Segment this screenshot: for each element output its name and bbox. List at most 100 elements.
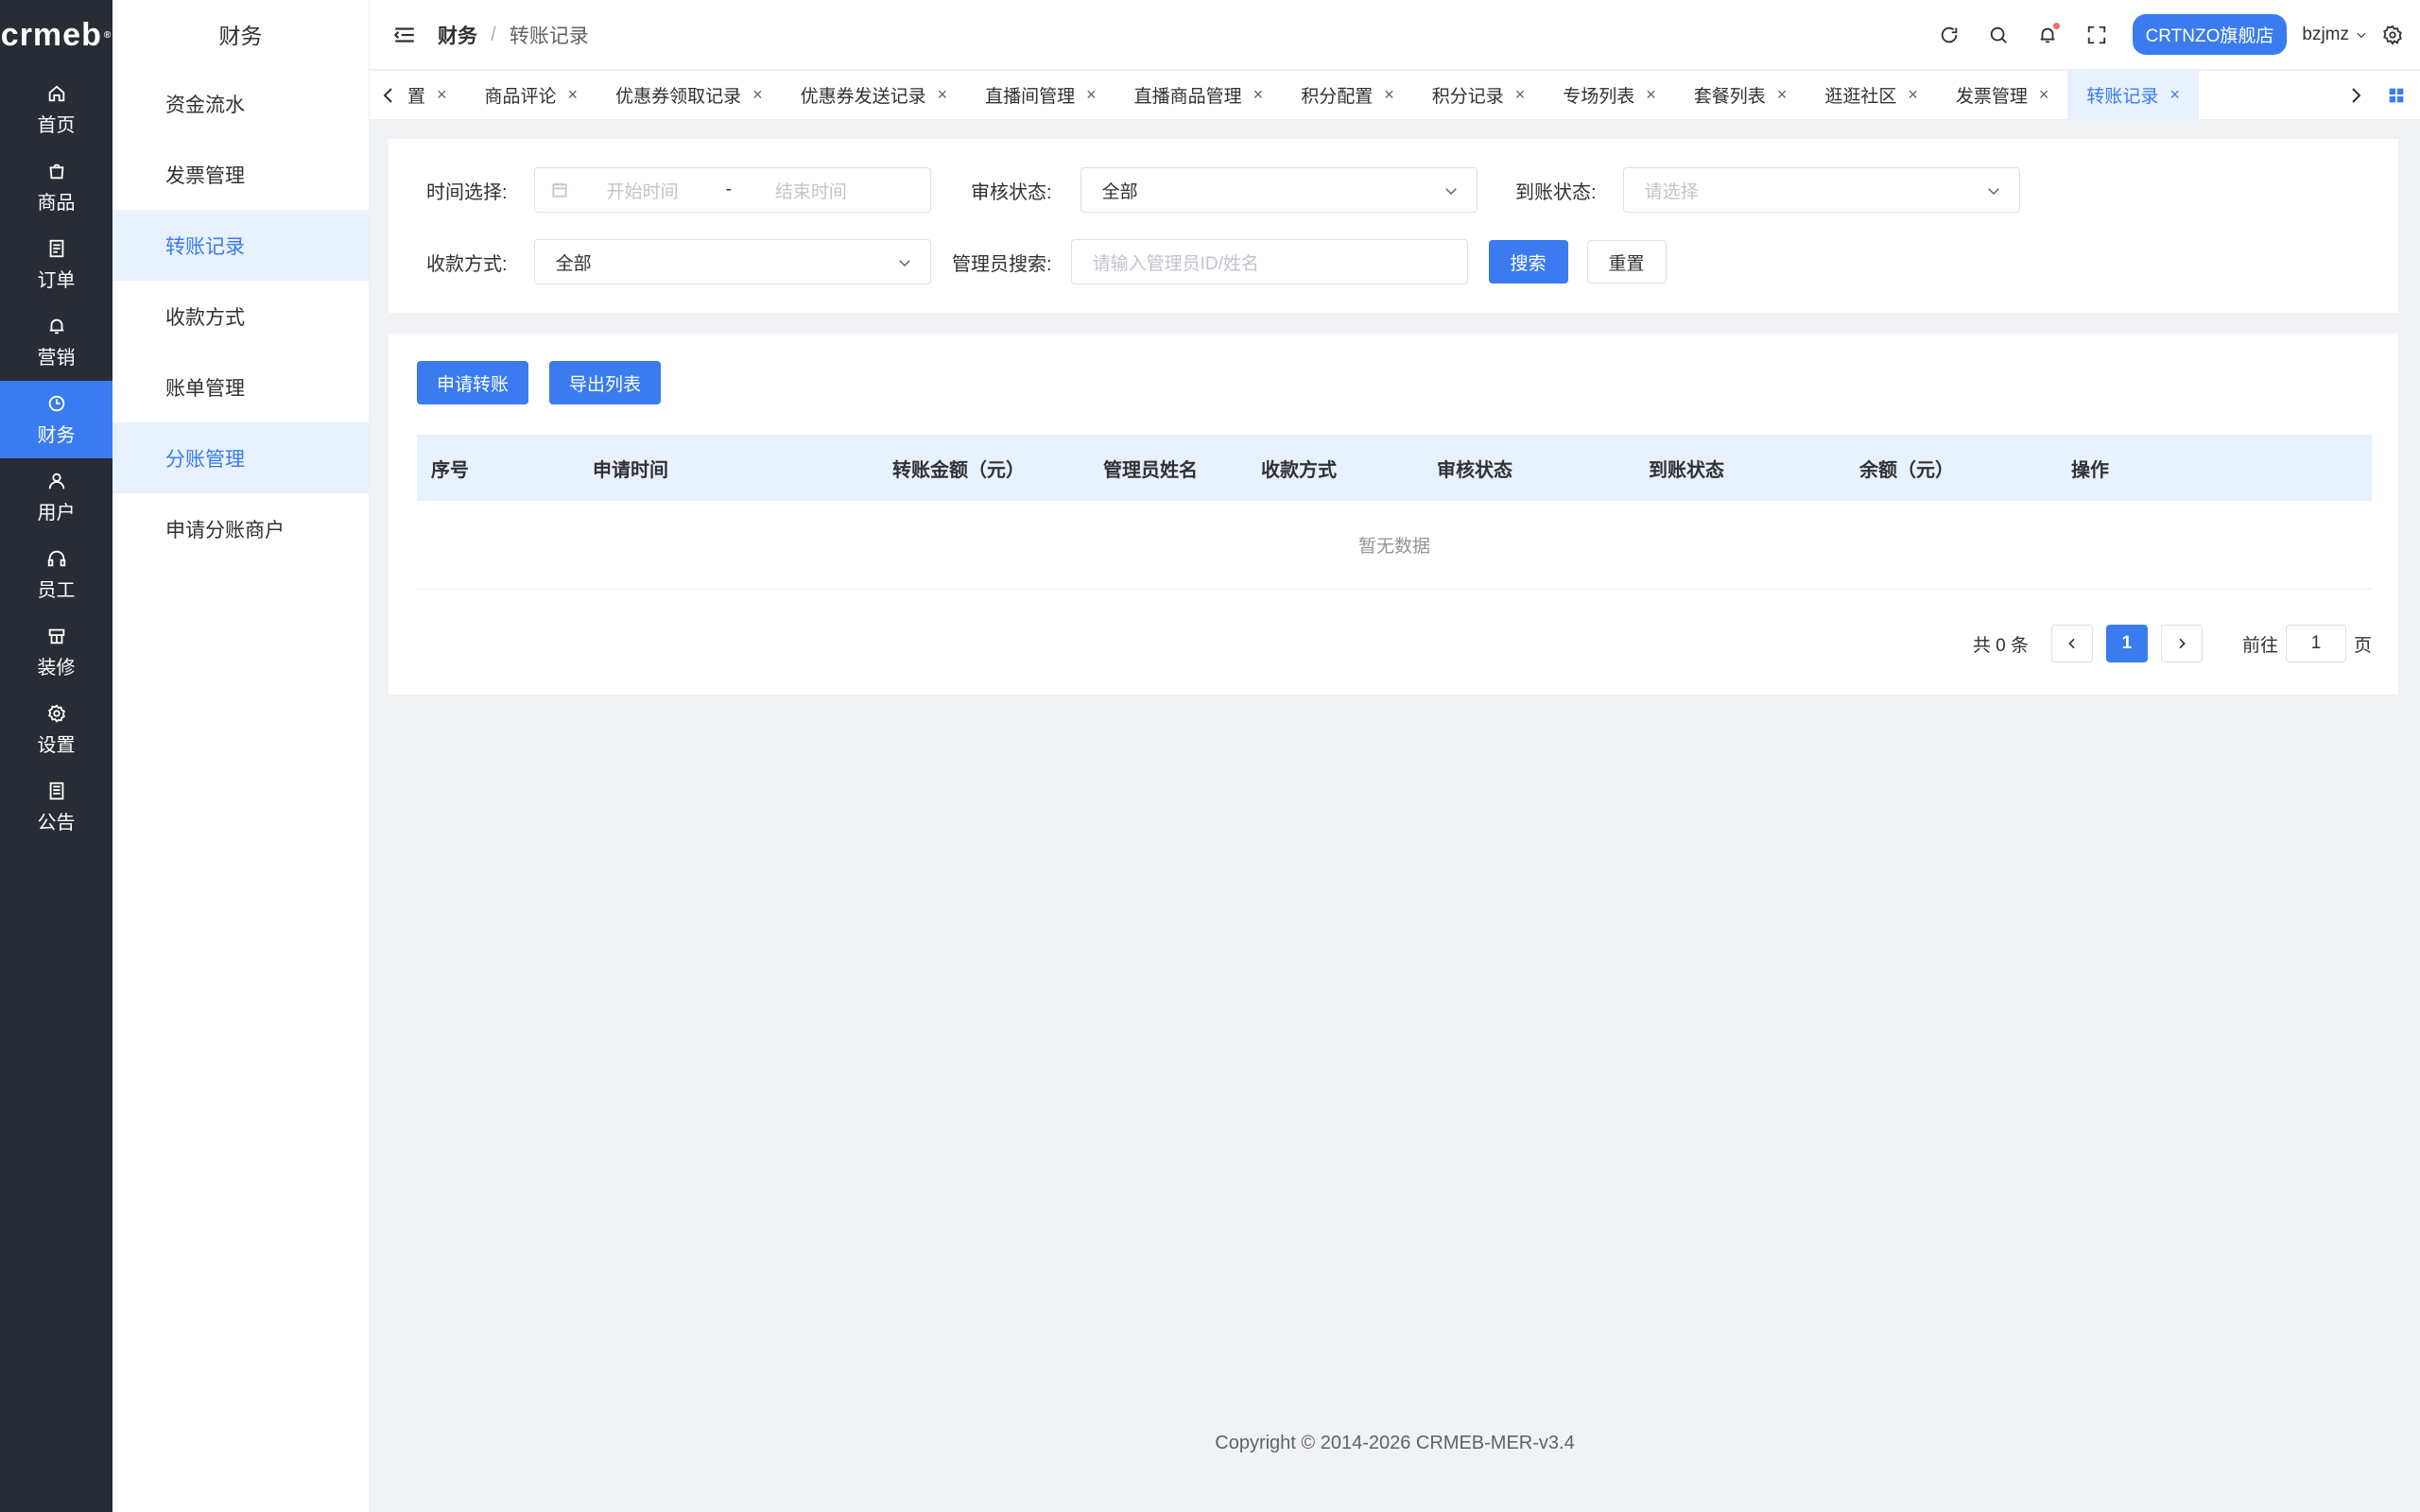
user-menu[interactable]: bzjmz [2302, 25, 2368, 45]
decor-icon [48, 628, 64, 644]
submenu-item[interactable]: 申请分账商户 [112, 493, 369, 564]
brand-logo[interactable]: crmeb ® [0, 0, 112, 71]
close-icon[interactable]: × [437, 85, 447, 105]
username: bzjmz [2302, 24, 2349, 44]
rail-item[interactable]: 用户 [0, 458, 112, 536]
arrive-status-select[interactable]: 请选择 [1622, 167, 2020, 213]
breadcrumb-root[interactable]: 财务 [438, 21, 477, 49]
arrive-filter: 到账状态: 请选择 [1515, 167, 2020, 213]
tab-label: 优惠券发送记录 [800, 87, 926, 107]
column-header: 到账状态 [1649, 459, 1724, 481]
close-icon[interactable]: × [1253, 85, 1264, 105]
tab[interactable]: 转账记录 × [2067, 71, 2199, 119]
rail-item[interactable]: 首页 [0, 71, 112, 148]
tab[interactable]: 优惠券发送记录 × [782, 71, 967, 119]
prev-page-button[interactable] [2050, 625, 2093, 662]
tab-label: 置 [407, 87, 426, 107]
tab[interactable]: 发票管理 × [1937, 71, 2068, 119]
audit-status-select[interactable]: 全部 [1080, 167, 1478, 213]
tab[interactable]: 直播商品管理 × [1115, 71, 1283, 119]
rail-item[interactable]: 员工 [0, 536, 112, 613]
submenu-item[interactable]: 发票管理 [112, 139, 369, 210]
pay-method-select[interactable]: 全部 [533, 239, 931, 284]
tabs-menu-grid-icon[interactable] [2386, 85, 2407, 106]
tab-label: 直播间管理 [985, 87, 1076, 107]
tab[interactable]: 专场列表 × [1544, 71, 1675, 119]
reset-button[interactable]: 重置 [1586, 240, 1667, 284]
notification-icon[interactable] [2037, 22, 2060, 45]
chevron-down-icon [898, 260, 910, 267]
breadcrumb-current: 转账记录 [509, 25, 589, 47]
time-label: 时间选择: [426, 181, 508, 203]
tab-label: 商品评论 [484, 87, 557, 107]
tab[interactable]: 积分记录 × [1413, 71, 1545, 119]
admin-search-input[interactable]: 请输入管理员ID/姓名 [1070, 239, 1468, 284]
rail-item-label: 财务 [37, 424, 76, 446]
pagination: 共 0 条 1 前往 1 页 [1973, 625, 2372, 662]
pagination-total: 共 0 条 [1972, 635, 2029, 656]
page-number-button[interactable]: 1 [2105, 625, 2148, 662]
submenu: 财务 资金流水 发票管理 转账记录 收款方式 账单管理 分账管理 申请分账商户 [112, 0, 370, 1512]
column-header: 余额（元） [1859, 459, 1954, 481]
column-header: 管理员姓名 [1103, 459, 1198, 481]
rail-item[interactable]: 装修 [0, 613, 112, 691]
rail-item[interactable]: 营销 [0, 303, 112, 381]
tab[interactable]: 商品评论 × [466, 71, 597, 119]
submenu-item[interactable]: 账单管理 [112, 352, 369, 422]
submenu-title: 财务 [218, 24, 263, 48]
date-range-picker[interactable]: 开始时间 - 结束时间 [533, 167, 931, 213]
close-icon[interactable]: × [1777, 85, 1788, 105]
start-time-placeholder[interactable]: 开始时间 [607, 178, 679, 203]
tab[interactable]: 套餐列表 × [1675, 71, 1806, 119]
submenu-item[interactable]: 资金流水 [112, 68, 369, 139]
bell-icon [49, 318, 63, 334]
menu-fold-icon[interactable] [392, 23, 417, 47]
search-icon[interactable] [1988, 25, 2009, 45]
tab[interactable]: 优惠券领取记录 × [596, 71, 782, 119]
close-icon[interactable]: × [1086, 85, 1097, 105]
arrive-label: 到账状态: [1515, 181, 1597, 203]
submenu-item[interactable]: 收款方式 [112, 281, 369, 352]
export-list-button[interactable]: 导出列表 [549, 361, 661, 404]
tabs-scroll-left-icon[interactable] [377, 84, 400, 107]
close-icon[interactable]: × [1384, 85, 1394, 105]
tab[interactable]: 置 × [400, 71, 466, 119]
rail-item[interactable]: 公告 [0, 768, 112, 846]
submenu-item[interactable]: 转账记录 [112, 210, 369, 281]
close-icon[interactable]: × [1646, 85, 1656, 105]
close-icon[interactable]: × [938, 85, 948, 105]
close-icon[interactable]: × [568, 85, 579, 105]
close-icon[interactable]: × [1908, 85, 1918, 105]
settings-icon[interactable] [2382, 25, 2403, 45]
search-button[interactable]: 搜索 [1488, 240, 1568, 284]
next-page-button[interactable] [2160, 625, 2203, 662]
rail-item[interactable]: 财务 [0, 381, 112, 458]
column-header: 申请时间 [593, 459, 668, 481]
submenu-item[interactable]: 分账管理 [112, 422, 369, 493]
goto-page-input[interactable]: 1 [2285, 625, 2346, 662]
tab-list: 置 × 商品评论 × 优惠券领取记录 × 优惠券发送记录 × 直播间管理 × 直播商品管理 × 积分配置… [400, 71, 2199, 119]
close-icon[interactable]: × [2169, 85, 2180, 105]
rail-item-label: 商品 [37, 192, 76, 214]
rail-item[interactable]: 设置 [0, 691, 112, 768]
close-icon[interactable]: × [1515, 85, 1526, 105]
store-button[interactable]: CRTNZO旗舰店 [2132, 14, 2288, 55]
rail-item[interactable]: 商品 [0, 148, 112, 226]
column-header: 操作 [2071, 459, 2109, 481]
close-icon[interactable]: × [2039, 85, 2049, 105]
tab[interactable]: 直播间管理 × [966, 71, 1115, 119]
tab[interactable]: 逛逛社区 × [1806, 71, 1937, 119]
apply-transfer-button[interactable]: 申请转账 [417, 361, 528, 404]
rail-item[interactable]: 订单 [0, 226, 112, 303]
chevron-right-icon [2179, 638, 2186, 649]
fullscreen-icon[interactable] [2086, 25, 2107, 45]
tabs-scroll-right-icon[interactable] [2344, 84, 2367, 107]
tab-label: 逛逛社区 [1824, 87, 1897, 107]
end-time-placeholder[interactable]: 结束时间 [775, 178, 847, 203]
tab-label: 专场列表 [1563, 87, 1635, 107]
refresh-icon[interactable] [1939, 25, 1960, 45]
tab-label: 转账记录 [2086, 87, 2159, 107]
close-icon[interactable]: × [752, 85, 763, 105]
pay-method-value: 全部 [555, 253, 592, 274]
tab[interactable]: 积分配置 × [1282, 71, 1413, 119]
